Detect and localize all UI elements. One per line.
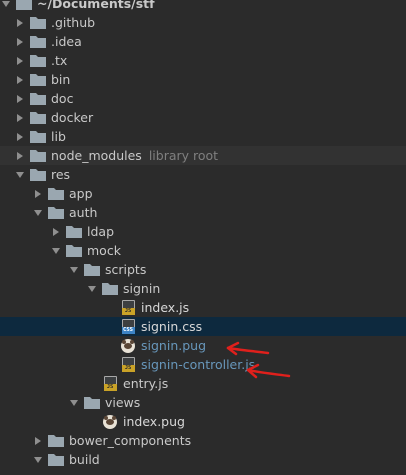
tree-row-index-js[interactable]: JS index.js bbox=[0, 298, 406, 317]
folder-icon bbox=[30, 110, 46, 126]
pug-file-icon bbox=[102, 414, 118, 430]
folder-icon bbox=[66, 243, 82, 259]
tree-item-label: lib bbox=[51, 129, 66, 144]
folder-icon bbox=[66, 224, 82, 240]
tree-row-auth[interactable]: auth bbox=[0, 203, 406, 222]
tree-item-label: signin.css bbox=[141, 319, 203, 334]
folder-icon bbox=[30, 148, 46, 164]
folder-icon bbox=[84, 395, 100, 411]
tree-row-github[interactable]: .github bbox=[0, 13, 406, 32]
tree-row-bower-components[interactable]: bower_components bbox=[0, 431, 406, 450]
tree-row-docker[interactable]: docker bbox=[0, 108, 406, 127]
tree-row-res[interactable]: res bbox=[0, 165, 406, 184]
tree-row-root[interactable]: ~/Documents/stf bbox=[0, 0, 406, 13]
folder-icon bbox=[48, 186, 64, 202]
tree-item-label: entry.js bbox=[123, 376, 169, 391]
chevron-right-icon[interactable] bbox=[14, 146, 26, 165]
tree-item-label: index.js bbox=[141, 300, 190, 315]
tree-row-node-modules[interactable]: node_modules library root bbox=[0, 146, 406, 165]
folder-icon bbox=[30, 91, 46, 107]
chevron-down-icon[interactable] bbox=[0, 0, 12, 13]
tree-item-label: doc bbox=[51, 91, 74, 106]
tree-item-label: .github bbox=[51, 15, 96, 30]
css-file-icon: CSS bbox=[120, 319, 136, 335]
tree-row-mock[interactable]: mock bbox=[0, 241, 406, 260]
tree-item-label: signin-controller.js bbox=[141, 357, 256, 372]
folder-icon bbox=[102, 281, 118, 297]
tree-item-label: .tx bbox=[51, 53, 68, 68]
tree-item-label: signin bbox=[123, 281, 161, 296]
tree-row-app[interactable]: app bbox=[0, 184, 406, 203]
tree-item-label: mock bbox=[87, 243, 121, 258]
js-file-icon: JS bbox=[120, 357, 136, 373]
chevron-right-icon[interactable] bbox=[14, 32, 26, 51]
chevron-right-icon[interactable] bbox=[14, 108, 26, 127]
tree-row-signin-controller-js[interactable]: JS signin-controller.js bbox=[0, 355, 406, 374]
folder-icon bbox=[30, 167, 46, 183]
tree-row-signin-css[interactable]: CSS signin.css bbox=[0, 317, 406, 336]
js-file-icon: JS bbox=[120, 300, 136, 316]
folder-icon bbox=[30, 53, 46, 69]
tree-item-label: scripts bbox=[105, 262, 147, 277]
tree-row-entry-js[interactable]: JS entry.js bbox=[0, 374, 406, 393]
folder-icon bbox=[16, 0, 32, 12]
folder-icon bbox=[48, 433, 64, 449]
folder-icon bbox=[84, 262, 100, 278]
folder-icon bbox=[48, 205, 64, 221]
chevron-down-icon[interactable] bbox=[68, 260, 80, 279]
tree-row-views[interactable]: views bbox=[0, 393, 406, 412]
tree-row-doc[interactable]: doc bbox=[0, 89, 406, 108]
tree-item-label: node_modules bbox=[51, 148, 142, 163]
chevron-right-icon[interactable] bbox=[14, 13, 26, 32]
js-file-icon: JS bbox=[102, 376, 118, 392]
folder-icon bbox=[48, 452, 64, 468]
tree-item-label: views bbox=[105, 395, 141, 410]
tree-item-label: docker bbox=[51, 110, 94, 125]
project-tree: ~/Documents/stf .github .idea .tx bin do… bbox=[0, 0, 406, 475]
tree-item-label: index.pug bbox=[123, 414, 185, 429]
tree-row-signin[interactable]: signin bbox=[0, 279, 406, 298]
folder-icon bbox=[30, 72, 46, 88]
tree-row-signin-pug[interactable]: signin.pug bbox=[0, 336, 406, 355]
chevron-down-icon[interactable] bbox=[32, 203, 44, 222]
chevron-right-icon[interactable] bbox=[14, 70, 26, 89]
folder-icon bbox=[30, 34, 46, 50]
tree-row-bin[interactable]: bin bbox=[0, 70, 406, 89]
tree-item-label: auth bbox=[69, 205, 98, 220]
folder-icon bbox=[30, 15, 46, 31]
tree-row-build[interactable]: build bbox=[0, 450, 406, 469]
folder-icon bbox=[30, 129, 46, 145]
chevron-down-icon[interactable] bbox=[32, 450, 44, 469]
chevron-right-icon[interactable] bbox=[14, 51, 26, 70]
library-root-hint: library root bbox=[148, 148, 219, 163]
chevron-down-icon[interactable] bbox=[68, 393, 80, 412]
tree-item-label: .idea bbox=[51, 34, 82, 49]
tree-row-idea[interactable]: .idea bbox=[0, 32, 406, 51]
chevron-down-icon[interactable] bbox=[50, 241, 62, 260]
tree-item-label: bin bbox=[51, 72, 71, 87]
tree-item-label: build bbox=[69, 452, 100, 467]
tree-item-label: ldap bbox=[87, 224, 115, 239]
tree-row-scripts[interactable]: scripts bbox=[0, 260, 406, 279]
pug-file-icon bbox=[120, 338, 136, 354]
tree-row-index-pug[interactable]: index.pug bbox=[0, 412, 406, 431]
tree-item-label: app bbox=[69, 186, 93, 201]
tree-item-label: bower_components bbox=[69, 433, 192, 448]
tree-row-ldap[interactable]: ldap bbox=[0, 222, 406, 241]
chevron-right-icon[interactable] bbox=[14, 89, 26, 108]
tree-row-tx[interactable]: .tx bbox=[0, 51, 406, 70]
chevron-down-icon[interactable] bbox=[86, 279, 98, 298]
chevron-right-icon[interactable] bbox=[32, 184, 44, 203]
chevron-right-icon[interactable] bbox=[50, 222, 62, 241]
tree-item-label: res bbox=[51, 167, 71, 182]
chevron-down-icon[interactable] bbox=[14, 165, 26, 184]
tree-root-label: ~/Documents/stf bbox=[37, 0, 155, 11]
tree-item-label: signin.pug bbox=[141, 338, 207, 353]
tree-row-lib[interactable]: lib bbox=[0, 127, 406, 146]
chevron-right-icon[interactable] bbox=[32, 431, 44, 450]
chevron-right-icon[interactable] bbox=[14, 127, 26, 146]
